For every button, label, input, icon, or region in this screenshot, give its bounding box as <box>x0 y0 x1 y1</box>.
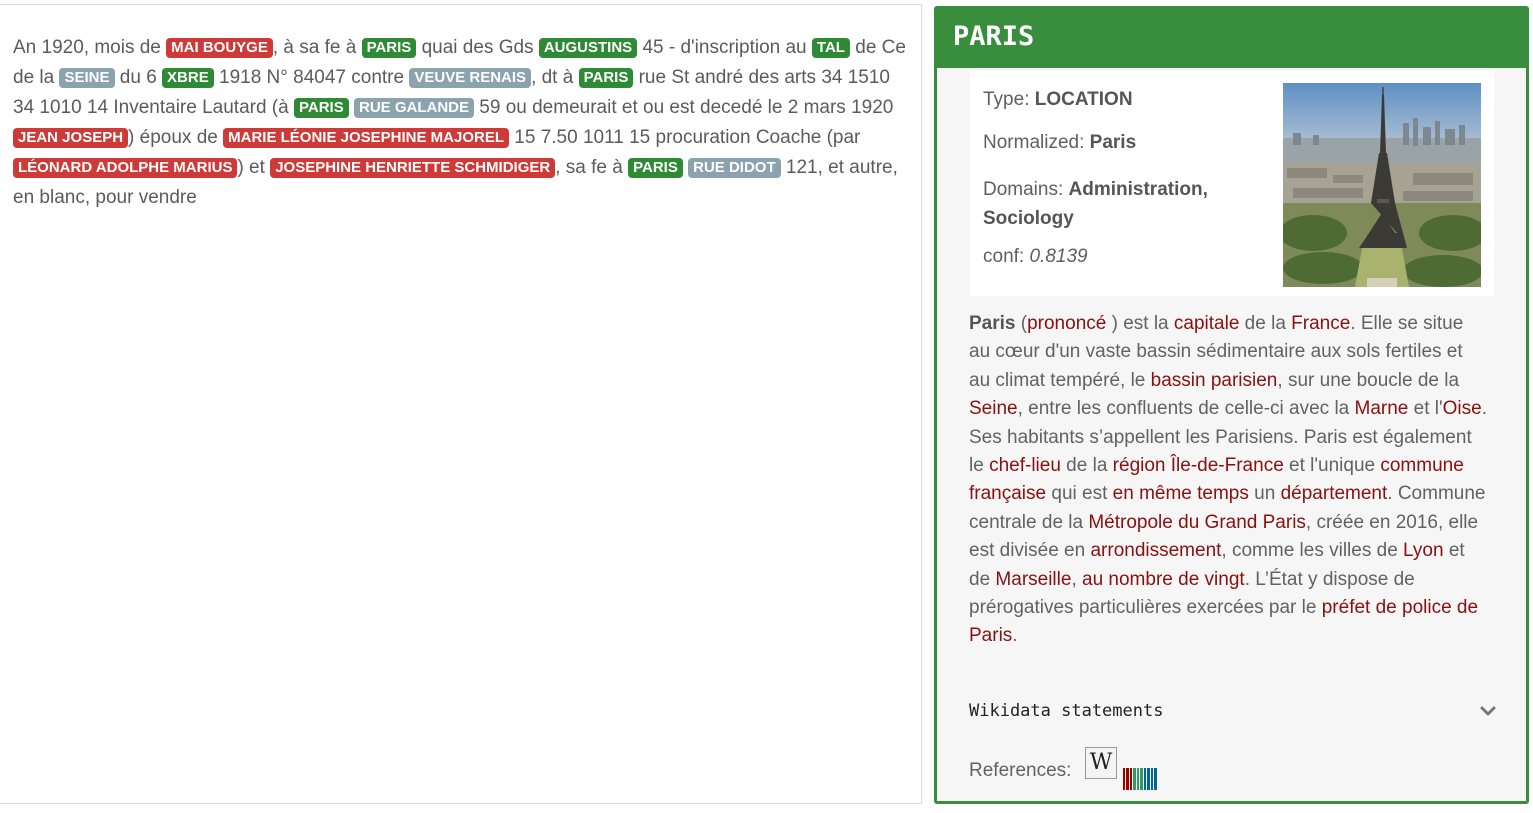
entity-tag[interactable]: AUGUSTINS <box>538 38 638 58</box>
entity-tag[interactable]: MAI BOUYGE <box>166 38 273 58</box>
entity-tag[interactable]: PARIS <box>293 98 349 118</box>
domains-value-2: Sociology <box>983 208 1074 229</box>
entity-description: Paris (prononcé ) est la capitale de la … <box>969 310 1487 651</box>
entity-tag[interactable]: PARIS <box>361 38 417 58</box>
document-text-run: , sa fe à <box>555 157 629 178</box>
normalized-label: Normalized: <box>983 132 1090 153</box>
entity-tag[interactable]: RUE DIDOT <box>688 158 781 178</box>
description-link[interactable]: Lyon <box>1403 540 1444 561</box>
entity-meta-box: Type: LOCATION Normalized: Paris Domains… <box>970 71 1494 296</box>
description-text: ) est la <box>1106 313 1174 334</box>
description-text: de la <box>1239 313 1292 334</box>
paris-skyline-image <box>1283 83 1481 287</box>
description-link[interactable]: capitale <box>1174 313 1240 334</box>
document-text-run: du 6 <box>114 67 163 88</box>
document-text-run: , à sa fe à <box>272 37 362 58</box>
document-text-run: 45 - d'inscription au <box>637 37 812 58</box>
entity-tag[interactable]: PARIS <box>578 68 634 88</box>
description-link[interactable]: région Île-de-France <box>1113 455 1284 476</box>
description-text: , entre les confluents de celle-ci avec … <box>1017 398 1355 420</box>
entity-tag[interactable]: LÉONARD ADOLPHE MARIUS <box>13 158 238 178</box>
eiffel-tower-photo <box>1283 83 1481 287</box>
description-text: qui est <box>1046 483 1113 505</box>
document-text-panel: An 1920, mois de MAI BOUYGE, à sa fe à P… <box>0 4 922 804</box>
description-text: et l' <box>1408 398 1443 420</box>
document-text: An 1920, mois de MAI BOUYGE, à sa fe à P… <box>13 33 909 213</box>
entity-tag[interactable]: RUE GALANDE <box>354 98 475 118</box>
entity-tag[interactable]: PARIS <box>628 158 683 178</box>
description-text: de la <box>1060 455 1113 477</box>
wikidata-icon[interactable] <box>1123 757 1159 790</box>
entity-tag[interactable]: JOSEPHINE HENRIETTE SCHMIDIGER <box>270 158 556 178</box>
description-link[interactable]: bassin parisien <box>1151 370 1278 391</box>
wikidata-statements-toggle[interactable]: Wikidata statements <box>969 696 1497 726</box>
entity-domains: Domains: Administration, Sociology <box>983 175 1208 233</box>
description-text: et l'unique <box>1283 455 1381 477</box>
wikipedia-icon[interactable]: W <box>1085 747 1117 779</box>
document-text-run: 15 7.50 1011 15 procuration Coache (par <box>509 127 861 148</box>
chevron-down-icon[interactable] <box>1479 696 1497 736</box>
description-text: , comme les villes de <box>1221 540 1404 562</box>
description-link[interactable]: chef-lieu <box>989 455 1061 476</box>
description-text: ( <box>1015 313 1028 334</box>
entity-confidence: conf: 0.8139 <box>983 246 1088 268</box>
entity-tag[interactable]: MARIE LÉONIE JOSEPHINE MAJOREL <box>223 128 509 148</box>
description-link[interactable]: Marseille <box>995 569 1071 590</box>
wikidata-statements-label: Wikidata statements <box>969 701 1164 721</box>
description-text: , <box>1071 568 1083 590</box>
description-link[interactable]: au nombre de vingt <box>1082 569 1245 590</box>
conf-label: conf: <box>983 246 1030 267</box>
domains-label: Domains: <box>983 179 1069 200</box>
description-text: . <box>1012 625 1018 647</box>
entity-tag[interactable]: VEUVE RENAIS <box>409 68 532 88</box>
description-link[interactable]: département <box>1281 483 1388 504</box>
description-link[interactable]: Marne <box>1355 398 1409 419</box>
description-link[interactable]: Seine <box>969 398 1018 419</box>
entity-tag[interactable]: TAL <box>811 38 850 58</box>
description-bold: Paris <box>969 313 1016 334</box>
entity-normalized: Normalized: Paris <box>983 132 1136 154</box>
entity-info-panel: PARIS Type: LOCATION Normalized: Paris D… <box>934 6 1529 804</box>
entity-title: PARIS <box>937 9 1526 68</box>
type-value: LOCATION <box>1034 89 1133 110</box>
description-link[interactable]: prononcé <box>1027 313 1106 334</box>
document-text-run: ) et <box>237 157 271 178</box>
type-label: Type: <box>983 89 1035 110</box>
description-link[interactable]: Métropole du Grand Paris <box>1088 512 1306 533</box>
document-text-run: 1918 N° 84047 contre <box>213 67 410 88</box>
references-label: References: <box>969 760 1072 781</box>
entity-type: Type: LOCATION <box>983 89 1133 111</box>
description-link[interactable]: en même temps <box>1113 483 1249 504</box>
document-text-run: ) époux de <box>128 127 224 148</box>
document-text-run: , dt à <box>531 67 579 88</box>
entity-tag[interactable]: JEAN JOSEPH <box>13 128 129 148</box>
description-link[interactable]: France <box>1291 313 1350 334</box>
document-text-run: quai des Gds <box>416 37 539 58</box>
document-text-run: 59 ou demeurait et ou est decedé le 2 ma… <box>474 97 894 118</box>
description-link[interactable]: arrondissement <box>1090 540 1221 561</box>
description-text: un <box>1248 483 1281 505</box>
domains-value-1: Administration, <box>1068 179 1208 200</box>
description-text: , sur une boucle de la <box>1277 369 1460 391</box>
references: References: W <box>969 743 1157 790</box>
conf-value: 0.8139 <box>1029 246 1088 267</box>
description-link[interactable]: Oise <box>1443 398 1482 419</box>
entity-tag[interactable]: XBRE <box>162 68 214 88</box>
document-text-run: An 1920, mois de <box>13 37 167 58</box>
normalized-value: Paris <box>1089 132 1137 153</box>
entity-tag[interactable]: SEINE <box>59 68 115 88</box>
